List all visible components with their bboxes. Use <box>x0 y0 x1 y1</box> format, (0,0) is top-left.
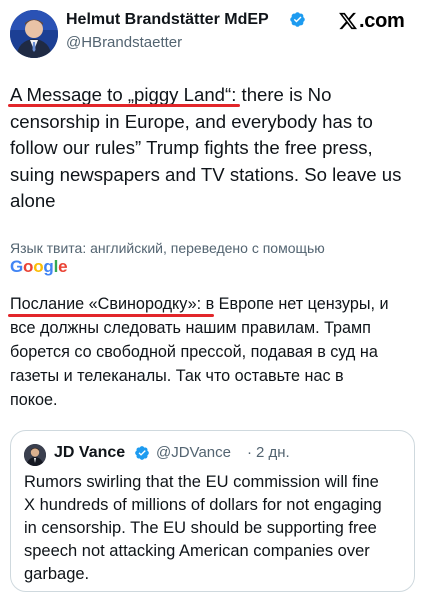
highlight-underline <box>8 104 240 107</box>
translated-line: газеты и телеканалы. Так что оставьте на… <box>10 367 344 385</box>
tweet-line: censorship in Europe, and everybody has … <box>10 110 373 132</box>
tweet-line: suing newspapers and TV stations. So lea… <box>10 163 402 185</box>
brand-text: .com <box>359 9 405 32</box>
tweet-line: alone <box>10 190 56 211</box>
quoted-tweet-card[interactable]: JD Vance @JDVance · 2 дн. Rumors swirlin… <box>10 430 415 592</box>
quote-line: in censorship. The EU should be supporti… <box>24 519 377 537</box>
google-logo[interactable]: Google <box>10 257 68 277</box>
author-display-name[interactable]: Helmut Brandstätter MdEP <box>66 11 269 29</box>
quote-author-handle[interactable]: @JDVance <box>156 444 231 461</box>
verified-badge-icon <box>290 12 305 27</box>
x-com-brand: .com <box>338 8 405 34</box>
user-avatar-icon <box>24 444 46 466</box>
quote-author-name[interactable]: JD Vance <box>54 444 125 462</box>
highlight-underline <box>8 314 214 317</box>
x-logo-icon <box>339 12 358 30</box>
verified-badge-icon <box>135 446 149 460</box>
quoted-tweet-text: Rumors swirling that the EU commission w… <box>24 471 409 586</box>
author-avatar[interactable] <box>10 10 58 58</box>
quote-timestamp[interactable]: 2 дн. <box>256 444 290 461</box>
translation-note: Язык твита: английский, переведено с пом… <box>10 240 325 256</box>
translated-line: все должны следовать нашим правилам. Тра… <box>10 319 371 337</box>
quote-line: Rumors swirling that the EU commission w… <box>24 473 379 491</box>
translated-line: покое. <box>10 391 58 409</box>
tweet-line: follow our rules” Trump fights the free … <box>10 137 373 158</box>
translated-line: борется со свободной прессой, подавая в … <box>10 343 378 361</box>
tweet-header: Helmut Brandstätter MdEP @HBrandstaetter… <box>0 0 427 70</box>
translated-line: Послание «Свинородку»: в Европе нет ценз… <box>10 295 389 313</box>
quote-author-avatar[interactable] <box>24 444 46 466</box>
tweet-text: A Message to „piggy Land“: there is No c… <box>10 82 420 215</box>
meta-separator: · <box>247 444 252 461</box>
user-avatar-icon <box>10 10 58 58</box>
quote-line: X hundreds of millions of dollars for no… <box>24 496 382 514</box>
translated-text: Послание «Свинородку»: в Европе нет ценз… <box>10 292 420 412</box>
author-handle[interactable]: @HBrandstaetter <box>66 34 182 51</box>
quote-line: garbage. <box>24 565 90 583</box>
quote-line: speech not attacking American companies … <box>24 542 370 560</box>
